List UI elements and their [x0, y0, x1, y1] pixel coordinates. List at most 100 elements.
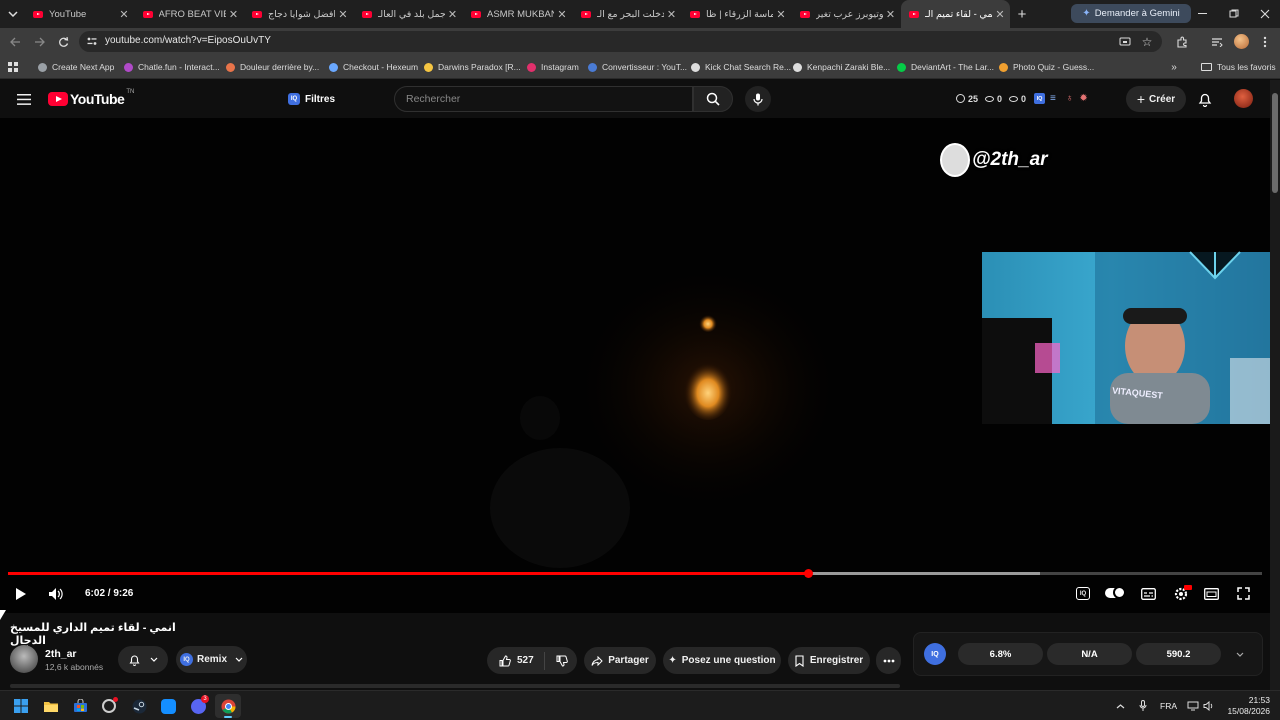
clock-time[interactable]: 21:53	[1237, 695, 1277, 705]
tab-close-icon[interactable]: ✕	[992, 8, 1008, 21]
list-extension-icon[interactable]: ≡	[1050, 93, 1056, 104]
tray-overflow-icon[interactable]	[1113, 698, 1127, 714]
bookmark-item[interactable]: Darwins Paradox [R...	[424, 55, 521, 79]
windows-start-icon[interactable]	[12, 697, 30, 715]
bookmark-item[interactable]: Convertisseur : YouT...	[588, 55, 687, 79]
browser-menu-icon[interactable]	[1257, 33, 1273, 51]
bookmark-item[interactable]: Checkout - Hexeum	[329, 55, 418, 79]
channel-avatar[interactable]	[10, 645, 38, 673]
tab-close-icon[interactable]: ✕	[554, 8, 570, 21]
bookmark-item[interactable]: Chatle.fun - Interact...	[124, 55, 220, 79]
voice-search-button[interactable]	[745, 86, 771, 112]
input-language[interactable]: FRA	[1160, 701, 1177, 711]
play-button[interactable]	[10, 584, 32, 604]
dislike-button[interactable]	[545, 655, 568, 667]
bookmark-item[interactable]: Photo Quiz - Guess...	[999, 55, 1094, 79]
browser-tab[interactable]: ASMR MUKBANG✕	[463, 0, 572, 28]
subscribe-bell-button[interactable]	[118, 646, 168, 673]
window-restore-button[interactable]	[1224, 4, 1244, 24]
tab-close-icon[interactable]: ✕	[116, 8, 132, 21]
iq-panel-expand-icon[interactable]	[1232, 647, 1248, 661]
extensions-icon[interactable]	[1173, 33, 1191, 51]
share-button[interactable]: Partager	[584, 647, 656, 674]
tab-close-icon[interactable]: ✕	[664, 8, 680, 21]
iq-extension-icon[interactable]: IQ	[1034, 93, 1046, 104]
browser-tab[interactable]: الماسة الزرقاء | ظا✕	[682, 0, 791, 28]
bookmark-star-icon[interactable]: ☆	[1139, 34, 1155, 49]
browser-tab[interactable]: افضل شوايا دجاج ✕	[244, 0, 353, 28]
forward-button[interactable]	[30, 33, 48, 51]
browser-tab[interactable]: أجمل بلد في العالـ ✕	[354, 0, 463, 28]
tab-close-icon[interactable]: ✕	[226, 8, 242, 21]
notifications-button[interactable]	[1194, 88, 1216, 110]
bell-extension-icon[interactable]: ✹	[1079, 93, 1087, 104]
browser-tab[interactable]: YouTube ✕	[25, 0, 134, 28]
bookmark-item[interactable]: Douleur derrière by...	[226, 55, 319, 79]
store-icon[interactable]	[71, 697, 89, 715]
window-minimize-button[interactable]	[1193, 4, 1213, 24]
discord-icon[interactable]: 3	[189, 695, 209, 715]
reload-button[interactable]	[54, 33, 72, 51]
clock-date[interactable]: 15/08/2026	[1220, 706, 1277, 716]
bookmark-item[interactable]: Kick Chat Search Re...	[691, 55, 791, 79]
tray-microphone-icon[interactable]	[1136, 698, 1150, 714]
ask-question-button[interactable]: ✦ Posez une question	[663, 647, 781, 674]
bookmark-item[interactable]: Instagram	[527, 55, 579, 79]
video-player[interactable]: @2th_ar VITAQUEST 6:02 / 9:26 IQ	[0, 118, 1270, 613]
speaker-icon[interactable]	[1202, 698, 1216, 714]
bookmark-item[interactable]: Kenpachi Zaraki Ble...	[793, 55, 890, 79]
browser-tab[interactable]: دخلت البحر مع الـ ✕	[573, 0, 682, 28]
create-button[interactable]: + Créer	[1126, 86, 1186, 112]
cast-icon[interactable]	[1117, 34, 1133, 49]
iq-panel-badge[interactable]: IQ	[924, 643, 946, 665]
horizontal-scrollbar[interactable]	[10, 684, 900, 688]
tab-close-icon[interactable]: ✕	[335, 8, 351, 21]
filters-button[interactable]: IQ Filtres	[288, 88, 335, 110]
browser-tab[interactable]: انمي - لقاء تميم الـ ✕	[901, 0, 1010, 28]
xbox-app-icon[interactable]	[100, 697, 118, 715]
chrome-icon[interactable]	[215, 694, 241, 718]
iq-player-button[interactable]: IQ	[1074, 585, 1092, 602]
bookmarks-overflow-icon[interactable]: »	[1167, 59, 1181, 75]
search-button[interactable]	[693, 86, 733, 112]
volume-button[interactable]	[45, 584, 67, 604]
progress-bar[interactable]	[8, 569, 1262, 578]
channel-name[interactable]: 2th_ar	[45, 648, 77, 660]
window-close-button[interactable]	[1255, 4, 1275, 24]
back-button[interactable]	[6, 33, 24, 51]
page-scrollbar[interactable]	[1270, 80, 1280, 690]
profile-avatar[interactable]	[1234, 34, 1249, 49]
tab-close-icon[interactable]: ✕	[445, 8, 461, 21]
more-actions-button[interactable]	[876, 647, 901, 674]
network-icon[interactable]	[1186, 698, 1200, 714]
browser-tab[interactable]: يوتيوبرز عرب تغير ✕	[792, 0, 901, 28]
settings-button[interactable]	[1170, 584, 1192, 603]
apps-grid-icon[interactable]	[6, 60, 20, 74]
save-button[interactable]: Enregistrer	[788, 647, 870, 674]
bookmark-item[interactable]: Create Next App	[38, 55, 114, 79]
address-bar[interactable]: youtube.com/watch?v=EiposOuUvTY ☆	[79, 31, 1162, 52]
file-explorer-icon[interactable]	[42, 697, 60, 715]
new-tab-button[interactable]: +	[1013, 5, 1031, 23]
remix-button[interactable]: IQ Remix	[176, 646, 247, 673]
browser-tab[interactable]: AFRO BEAT VIBE✕	[135, 0, 244, 28]
tab-close-icon[interactable]: ✕	[773, 8, 789, 21]
miniplayer-button[interactable]	[1202, 585, 1220, 602]
progress-scrubber[interactable]	[804, 569, 814, 578]
page-scrollbar-thumb[interactable]	[1272, 93, 1278, 193]
hamburger-menu-icon[interactable]	[14, 89, 34, 109]
fullscreen-button[interactable]	[1234, 584, 1252, 602]
site-info-icon[interactable]	[85, 34, 99, 48]
battlenet-icon[interactable]	[159, 697, 177, 715]
user-avatar[interactable]	[1234, 89, 1253, 108]
gemini-button[interactable]: ✦ Demander à Gemini	[1071, 4, 1191, 23]
search-input[interactable]: Rechercher	[394, 86, 693, 112]
bookmark-item[interactable]: DeviantArt - The Lar...	[897, 55, 994, 79]
subtitles-button[interactable]	[1139, 585, 1157, 602]
steam-icon[interactable]	[130, 697, 148, 715]
ribbon-extension-icon[interactable]: ♁	[1066, 93, 1074, 104]
autoplay-toggle[interactable]	[1104, 586, 1126, 599]
youtube-logo[interactable]: YouTube TN	[48, 89, 134, 107]
reading-list-icon[interactable]	[1208, 33, 1226, 51]
tab-search-icon[interactable]	[4, 6, 22, 22]
